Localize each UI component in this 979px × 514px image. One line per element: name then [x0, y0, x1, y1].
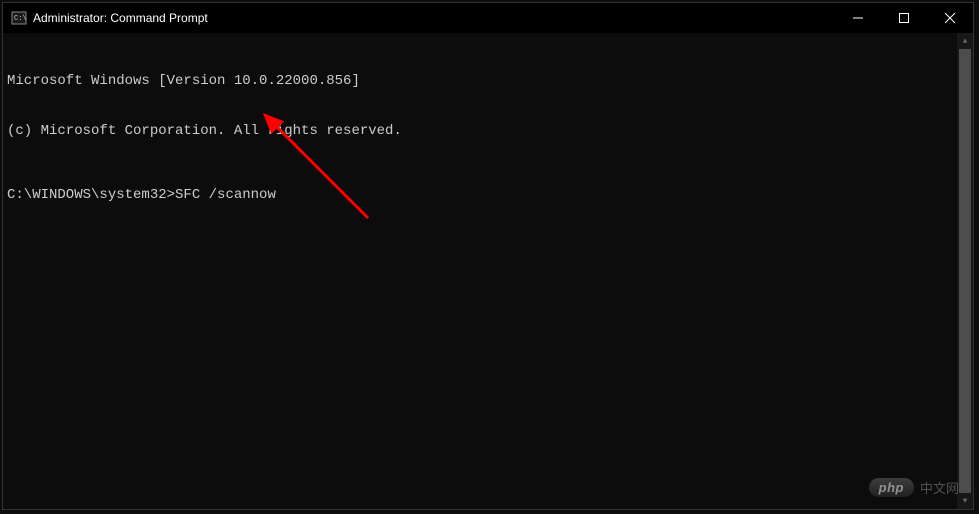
- watermark-badge: php: [869, 478, 914, 497]
- terminal-prompt: C:\WINDOWS\system32>: [7, 187, 175, 203]
- cmd-icon: C:\: [11, 10, 27, 26]
- scrollbar-thumb[interactable]: [959, 49, 971, 493]
- watermark-text: 中文网: [920, 478, 959, 497]
- terminal-content[interactable]: Microsoft Windows [Version 10.0.22000.85…: [3, 33, 973, 244]
- titlebar-left: C:\ Administrator: Command Prompt: [11, 10, 208, 26]
- window-title: Administrator: Command Prompt: [33, 11, 208, 25]
- titlebar[interactable]: C:\ Administrator: Command Prompt: [3, 3, 973, 33]
- svg-text:C:\: C:\: [14, 15, 27, 23]
- scrollbar-down-icon[interactable]: ▼: [957, 493, 973, 509]
- terminal-command: SFC /scannow: [175, 187, 276, 203]
- close-button[interactable]: [927, 3, 973, 33]
- minimize-button[interactable]: [835, 3, 881, 33]
- vertical-scrollbar[interactable]: ▲ ▼: [957, 33, 973, 509]
- titlebar-controls: [835, 3, 973, 33]
- maximize-button[interactable]: [881, 3, 927, 33]
- scrollbar-track[interactable]: [957, 49, 973, 493]
- scrollbar-up-icon[interactable]: ▲: [957, 33, 973, 49]
- terminal-output-line: Microsoft Windows [Version 10.0.22000.85…: [7, 73, 969, 90]
- watermark: php 中文网: [869, 478, 959, 497]
- command-prompt-window: C:\ Administrator: Command Prompt Micros…: [2, 2, 974, 510]
- terminal-prompt-line: C:\WINDOWS\system32>SFC /scannow: [7, 187, 969, 204]
- terminal-output-line: (c) Microsoft Corporation. All rights re…: [7, 123, 969, 140]
